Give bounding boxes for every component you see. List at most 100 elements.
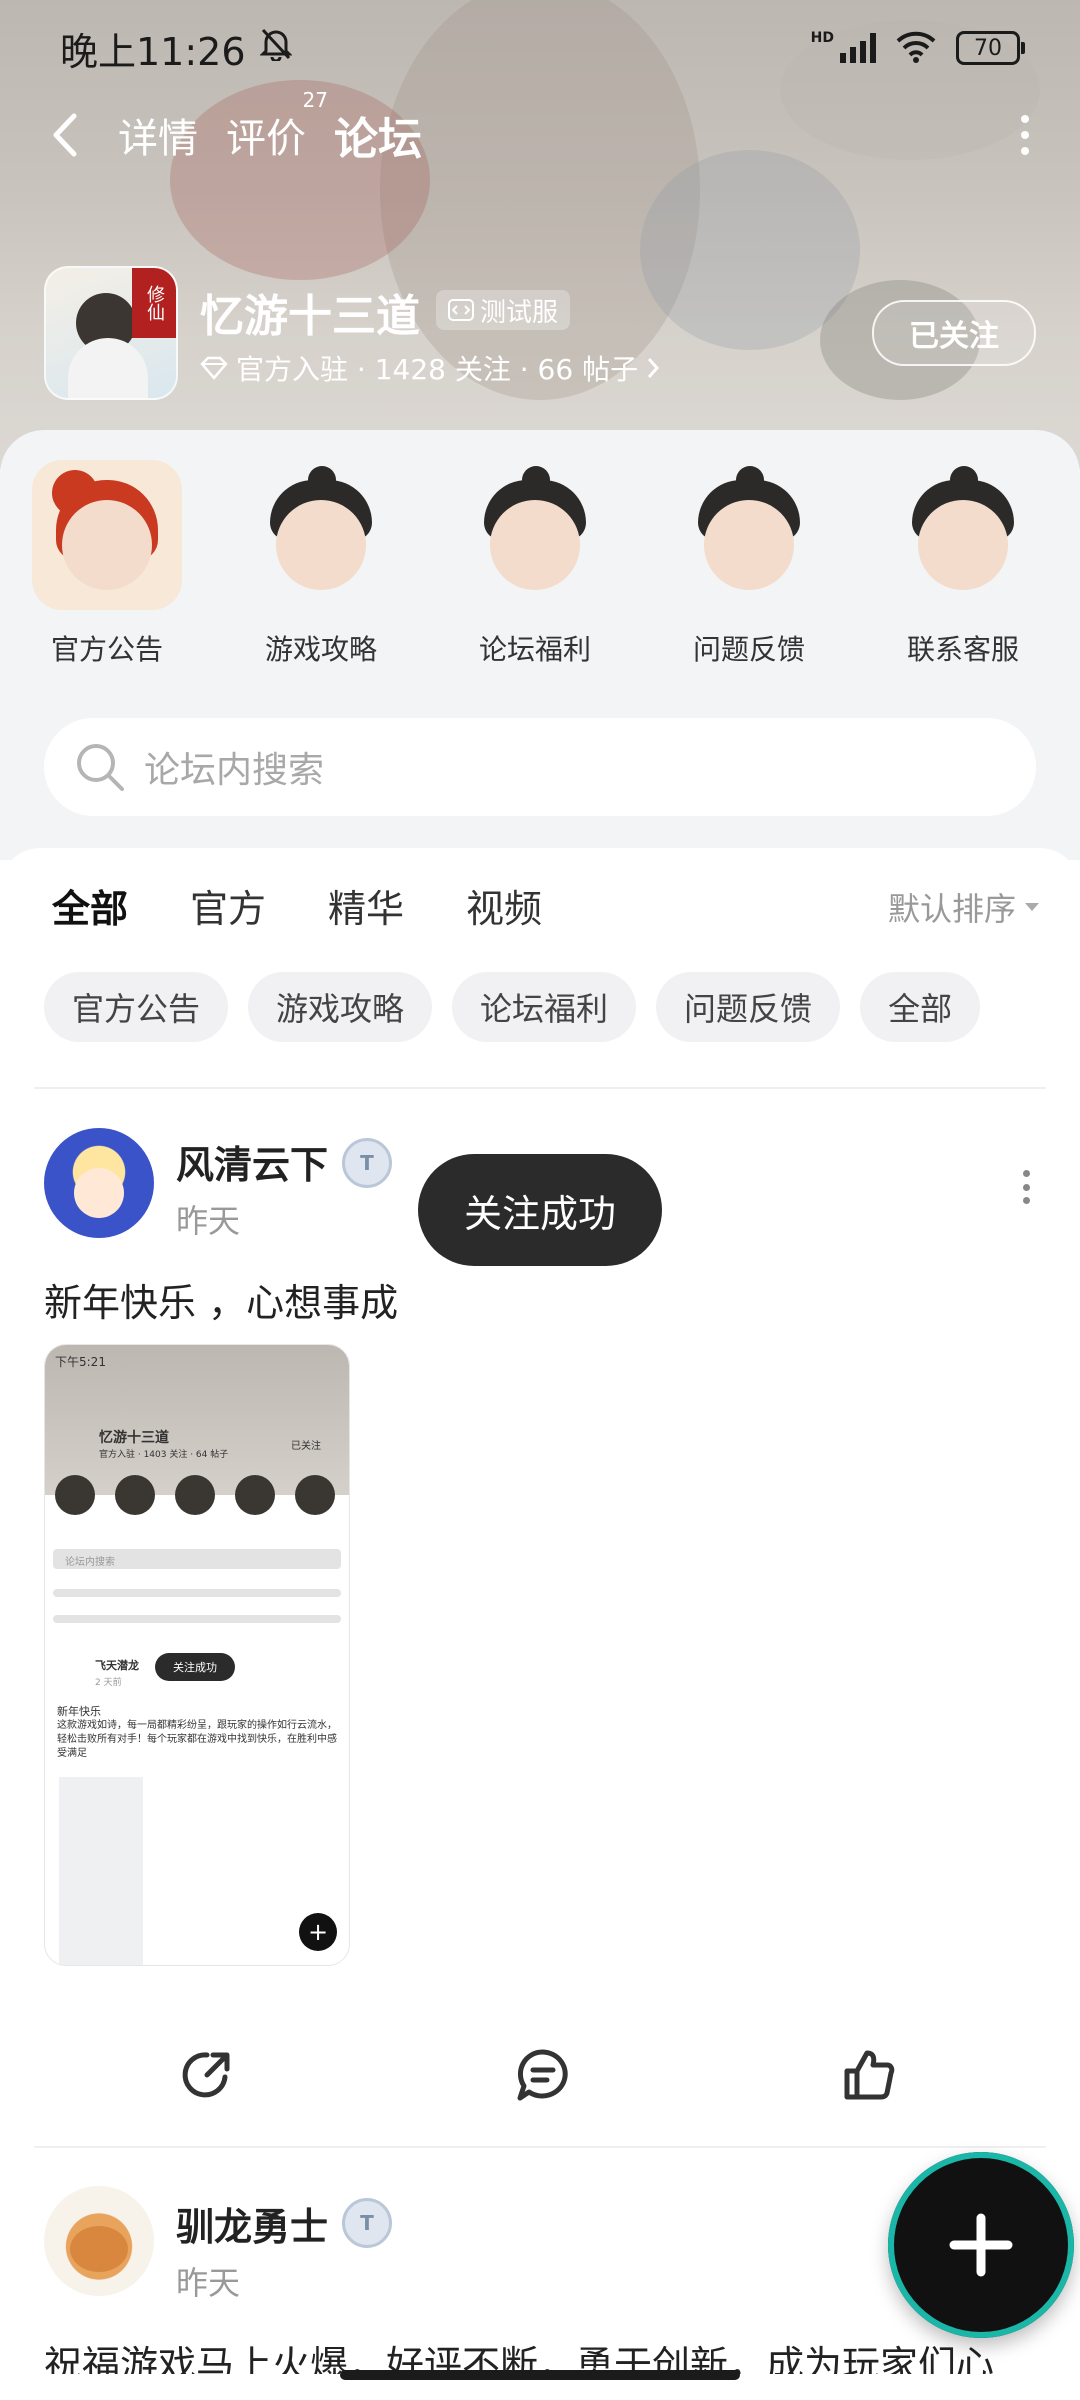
wifi-icon — [894, 29, 938, 67]
topic-chips: 官方公告 游戏攻略 论坛福利 问题反馈 全部 — [44, 972, 981, 1042]
filter-tabs: 全部 官方 精华 视频 — [52, 878, 542, 939]
status-time: 晚上11:26 — [60, 29, 246, 74]
post-author-name[interactable]: 驯龙勇士 — [176, 2196, 328, 2251]
divider — [34, 2146, 1046, 2148]
caret-down-icon — [1025, 903, 1039, 911]
mini-toast: 关注成功 — [155, 1653, 235, 1681]
user-level-badge-icon: T — [342, 2198, 392, 2248]
filter-tab-featured[interactable]: 精华 — [328, 878, 404, 933]
like-button[interactable] — [834, 2040, 904, 2110]
status-bar-left: 晚上11:26 — [60, 18, 293, 78]
user-level-badge-icon: T — [342, 1138, 392, 1188]
tab-reviews[interactable]: 评价 27 — [226, 88, 328, 164]
sort-label: 默认排序 — [887, 890, 1016, 928]
signal-icon — [840, 33, 876, 63]
search-icon — [77, 744, 124, 791]
filter-tab-official[interactable]: 官方 — [190, 878, 266, 933]
plus-icon — [949, 2213, 1013, 2277]
mini-body: 这款游戏如诗，每一局都精彩纷呈，跟玩家的操作如行云流水，轻松击败所有对手！每个玩… — [57, 1720, 337, 1759]
chip-official-notice[interactable]: 官方公告 — [44, 972, 229, 1042]
mini-title: 新年快乐 — [57, 1705, 101, 1718]
tab-reviews-label: 评价 — [226, 116, 306, 162]
mini-meta: 官方入驻 · 1403 关注 · 64 帖子 — [99, 1450, 229, 1460]
category-label: 问题反馈 — [692, 633, 805, 666]
home-indicator[interactable] — [340, 2370, 740, 2380]
toast-message: 关注成功 — [418, 1154, 662, 1266]
filter-tab-all[interactable]: 全部 — [52, 878, 128, 939]
app-meta-text: 官方入驻 · 1428 关注 · 66 帖子 — [236, 353, 639, 386]
app-icon-body — [68, 338, 148, 398]
post-more-button[interactable] — [1016, 1170, 1036, 1204]
back-button[interactable] — [40, 105, 90, 165]
chevron-right-icon — [647, 358, 660, 378]
top-nav: 详情 评价 27 论坛 — [40, 88, 1040, 171]
tab-forum[interactable]: 论坛 — [334, 103, 422, 171]
hd-indicator: HD — [810, 30, 834, 46]
share-button[interactable] — [172, 2040, 242, 2110]
forum-search-input[interactable]: 论坛内搜索 — [44, 718, 1036, 816]
category-label: 官方公告 — [50, 633, 163, 666]
app-meta[interactable]: 官方入驻 · 1428 关注 · 66 帖子 — [200, 348, 660, 388]
diamond-icon — [200, 356, 228, 380]
more-menu-button[interactable] — [1010, 110, 1040, 160]
mini-row — [53, 1615, 341, 1623]
post-author-avatar[interactable] — [44, 1128, 154, 1238]
sort-dropdown[interactable]: 默认排序 — [888, 884, 1040, 930]
mini-category — [55, 1475, 95, 1515]
avatar — [32, 460, 182, 610]
mute-bell-icon — [258, 27, 293, 70]
followed-button[interactable]: 已关注 — [872, 300, 1036, 366]
reviews-count: 27 — [302, 88, 328, 112]
filter-tab-video[interactable]: 视频 — [466, 878, 542, 933]
avatar — [888, 460, 1038, 610]
mini-author: 飞天潜龙 — [95, 1659, 139, 1672]
chip-feedback[interactable]: 问题反馈 — [656, 972, 841, 1042]
thumbs-up-icon — [844, 2050, 895, 2100]
post-time: 昨天 — [176, 1202, 241, 1240]
mini-app-name: 忆游十三道 — [99, 1430, 169, 1446]
post-author-name[interactable]: 风清云下 — [176, 1134, 328, 1189]
category-official-notice[interactable]: 官方公告 — [0, 460, 214, 668]
tab-forum-label: 论坛 — [334, 114, 422, 165]
category-feedback[interactable]: 问题反馈 — [642, 460, 856, 668]
app-icon[interactable]: 修仙 — [44, 266, 178, 400]
mini-follow: 已关注 — [291, 1441, 321, 1452]
comment-button[interactable] — [508, 2040, 578, 2110]
post-author-avatar[interactable] — [44, 2186, 154, 2296]
create-post-button[interactable] — [888, 2152, 1074, 2338]
mini-image — [59, 1777, 143, 1965]
post-filters: 全部 官方 精华 视频 默认排序 官方公告 游戏攻略 论坛福利 问题反馈 全部 — [0, 848, 1080, 1088]
tab-details[interactable]: 详情 — [118, 106, 198, 164]
category-forum-benefits[interactable]: 论坛福利 — [428, 460, 642, 668]
chip-game-guide[interactable]: 游戏攻略 — [248, 972, 433, 1042]
chevron-left-icon — [53, 113, 77, 157]
avatar — [460, 460, 610, 610]
status-bar-right: HD 70 — [810, 18, 1025, 78]
app-icon-tag: 修仙 — [132, 268, 176, 338]
divider — [34, 1087, 1046, 1089]
code-icon — [448, 299, 474, 321]
mini-category — [295, 1475, 335, 1515]
test-server-label: 测试服 — [480, 297, 559, 328]
mini-category — [235, 1475, 275, 1515]
chip-forum-benefits[interactable]: 论坛福利 — [452, 972, 637, 1042]
chip-all[interactable]: 全部 — [860, 972, 981, 1042]
category-customer-service[interactable]: 联系客服 — [856, 460, 1070, 668]
category-label: 论坛福利 — [478, 633, 591, 666]
mini-time: 下午5:21 — [55, 1355, 106, 1369]
post-image-screenshot[interactable]: 下午5:21 忆游十三道 官方入驻 · 1403 关注 · 64 帖子 已关注 … — [44, 1344, 350, 1966]
forum-panel: 官方公告 游戏攻略 论坛福利 问题反馈 联系客服 论坛内搜索 — [0, 430, 1080, 860]
search-placeholder: 论坛内搜索 — [144, 750, 325, 791]
mini-ago: 2 天前 — [95, 1678, 122, 1688]
mini-search-text: 论坛内搜索 — [65, 1557, 115, 1568]
post-time: 昨天 — [176, 2264, 241, 2302]
category-game-guide[interactable]: 游戏攻略 — [214, 460, 428, 668]
post-text[interactable]: 新年快乐 ，心想事成 — [44, 1272, 398, 1327]
mini-category — [115, 1475, 155, 1515]
mini-category — [175, 1475, 215, 1515]
post-text[interactable]: 祝福游戏马上火爆，好评不断，勇于创新，成为玩家们心 — [44, 2334, 1044, 2374]
category-label: 游戏攻略 — [264, 633, 377, 666]
app-name: 忆游十三道 — [200, 291, 420, 342]
mini-row — [53, 1589, 341, 1597]
avatar — [674, 460, 824, 610]
